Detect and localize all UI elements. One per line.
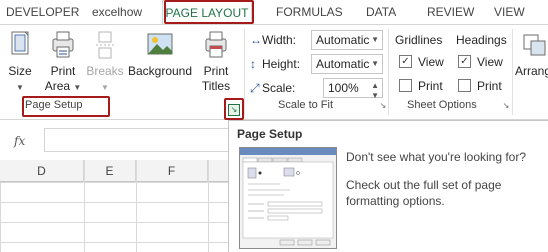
tab-review[interactable]: REVIEW: [427, 0, 474, 24]
background-button[interactable]: Background: [127, 29, 193, 79]
width-label: Width:: [262, 33, 297, 47]
chevron-down-icon: ▼: [371, 59, 379, 68]
formula-input[interactable]: [44, 128, 234, 152]
gridlines-print-label: Print: [418, 79, 443, 93]
width-icon: ↔: [250, 33, 262, 47]
scale-label: Scale:: [262, 81, 296, 95]
height-icon: ↕: [250, 57, 256, 71]
background-icon: [145, 29, 175, 61]
scale-icon: ⤢: [250, 81, 260, 95]
height-dropdown[interactable]: Automatic ▼: [311, 54, 383, 74]
scale-to-fit-dialog-launcher[interactable]: ↘: [378, 101, 388, 111]
print-titles-label-2: Titles: [201, 79, 231, 93]
page-setup-tooltip: Page Setup Don't see what you're looking…: [228, 120, 548, 252]
size-button[interactable]: Size ▼: [2, 29, 38, 95]
tooltip-title: Page Setup: [237, 127, 303, 141]
size-icon: [5, 29, 35, 61]
column-header-d[interactable]: D: [0, 160, 84, 182]
print-area-label-2: Area: [44, 79, 71, 93]
column-headers: D E F: [0, 160, 228, 182]
group-separator: [512, 29, 513, 115]
tab-developer[interactable]: DEVELOPER: [6, 0, 79, 24]
arrange-icon: [521, 29, 548, 61]
size-label: Size: [8, 64, 32, 78]
scale-row: ⤢ Scale:: [250, 78, 295, 98]
gridline: [208, 160, 209, 252]
headings-print-label: Print: [477, 79, 502, 93]
gridlines-heading: Gridlines: [395, 33, 443, 47]
group-separator: [388, 29, 389, 115]
chevron-down-icon: ▼: [16, 83, 24, 92]
chevron-down-icon: ▼: [371, 35, 379, 44]
arrange-label: Arrang: [515, 64, 548, 78]
page-setup-group-label: Page Setup: [25, 99, 83, 111]
width-row: ↔Width:: [250, 30, 296, 50]
sheet-options-dialog-launcher[interactable]: ↘: [501, 101, 511, 111]
height-row: ↕ Height:: [250, 54, 300, 74]
tab-data[interactable]: DATA: [366, 0, 396, 24]
scale-to-fit-group-label: Scale to Fit: [278, 99, 334, 111]
page-setup-dialog-preview-image: [239, 147, 337, 249]
chevron-down-icon: ▼: [73, 83, 82, 92]
headings-print-checkbox[interactable]: [458, 79, 471, 92]
ribbon-tab-bar: DEVELOPER excelhow PAGE LAYOUT FORMULAS …: [0, 0, 548, 24]
tab-view[interactable]: VIEW: [494, 0, 525, 24]
print-titles-button[interactable]: Print Titles: [198, 29, 234, 94]
worksheet-grid[interactable]: [0, 182, 228, 252]
breaks-button[interactable]: Breaks ▼: [84, 29, 126, 95]
print-titles-label-1: Print: [203, 64, 229, 78]
breaks-icon: [90, 29, 120, 61]
gridlines-view-label: View: [418, 55, 444, 69]
breaks-label: Breaks: [86, 64, 124, 78]
ribbon: Size ▼ Print Area ▼ Breaks ▼ Background …: [0, 24, 548, 120]
sheet-options-group-label: Sheet Options: [407, 99, 477, 111]
print-area-label-1: Print: [50, 64, 76, 78]
tab-formulas[interactable]: FORMULAS: [276, 0, 343, 24]
gridline: [84, 160, 85, 252]
height-value: Automatic: [316, 57, 370, 71]
gridlines-view-checkbox[interactable]: ✓: [399, 55, 412, 68]
headings-view-label: View: [477, 55, 503, 69]
chevron-down-icon: ▼: [101, 83, 109, 92]
print-titles-icon: [201, 29, 231, 61]
print-area-icon: [48, 29, 78, 61]
print-area-button[interactable]: Print Area ▼: [44, 29, 82, 95]
column-header-e[interactable]: E: [84, 160, 136, 182]
column-header-f[interactable]: F: [136, 160, 208, 182]
gridlines-print-checkbox[interactable]: [399, 79, 412, 92]
tab-page-layout[interactable]: PAGE LAYOUT: [162, 0, 252, 24]
tooltip-line-1: Don't see what you're looking for?: [346, 150, 527, 164]
gridline: [136, 160, 137, 252]
headings-view-checkbox[interactable]: ✓: [458, 55, 471, 68]
width-value: Automatic: [316, 33, 370, 47]
page-setup-dialog-launcher[interactable]: ↘: [228, 104, 240, 116]
function-icon[interactable]: fx: [14, 134, 25, 148]
height-label: Height:: [262, 57, 301, 71]
tab-excelhow[interactable]: excelhow: [92, 0, 142, 24]
width-dropdown[interactable]: Automatic ▼: [311, 30, 383, 50]
tooltip-line-2: Check out the full set of page formattin…: [346, 178, 502, 208]
scale-value: 100%: [328, 81, 359, 95]
formula-bar: fx: [0, 126, 234, 156]
background-label: Background: [127, 64, 193, 78]
group-separator: [244, 29, 245, 115]
headings-heading: Headings: [456, 33, 507, 47]
scale-spinner[interactable]: 100% ▲ ▼: [323, 78, 383, 100]
arrange-button[interactable]: Arrang: [515, 29, 548, 79]
